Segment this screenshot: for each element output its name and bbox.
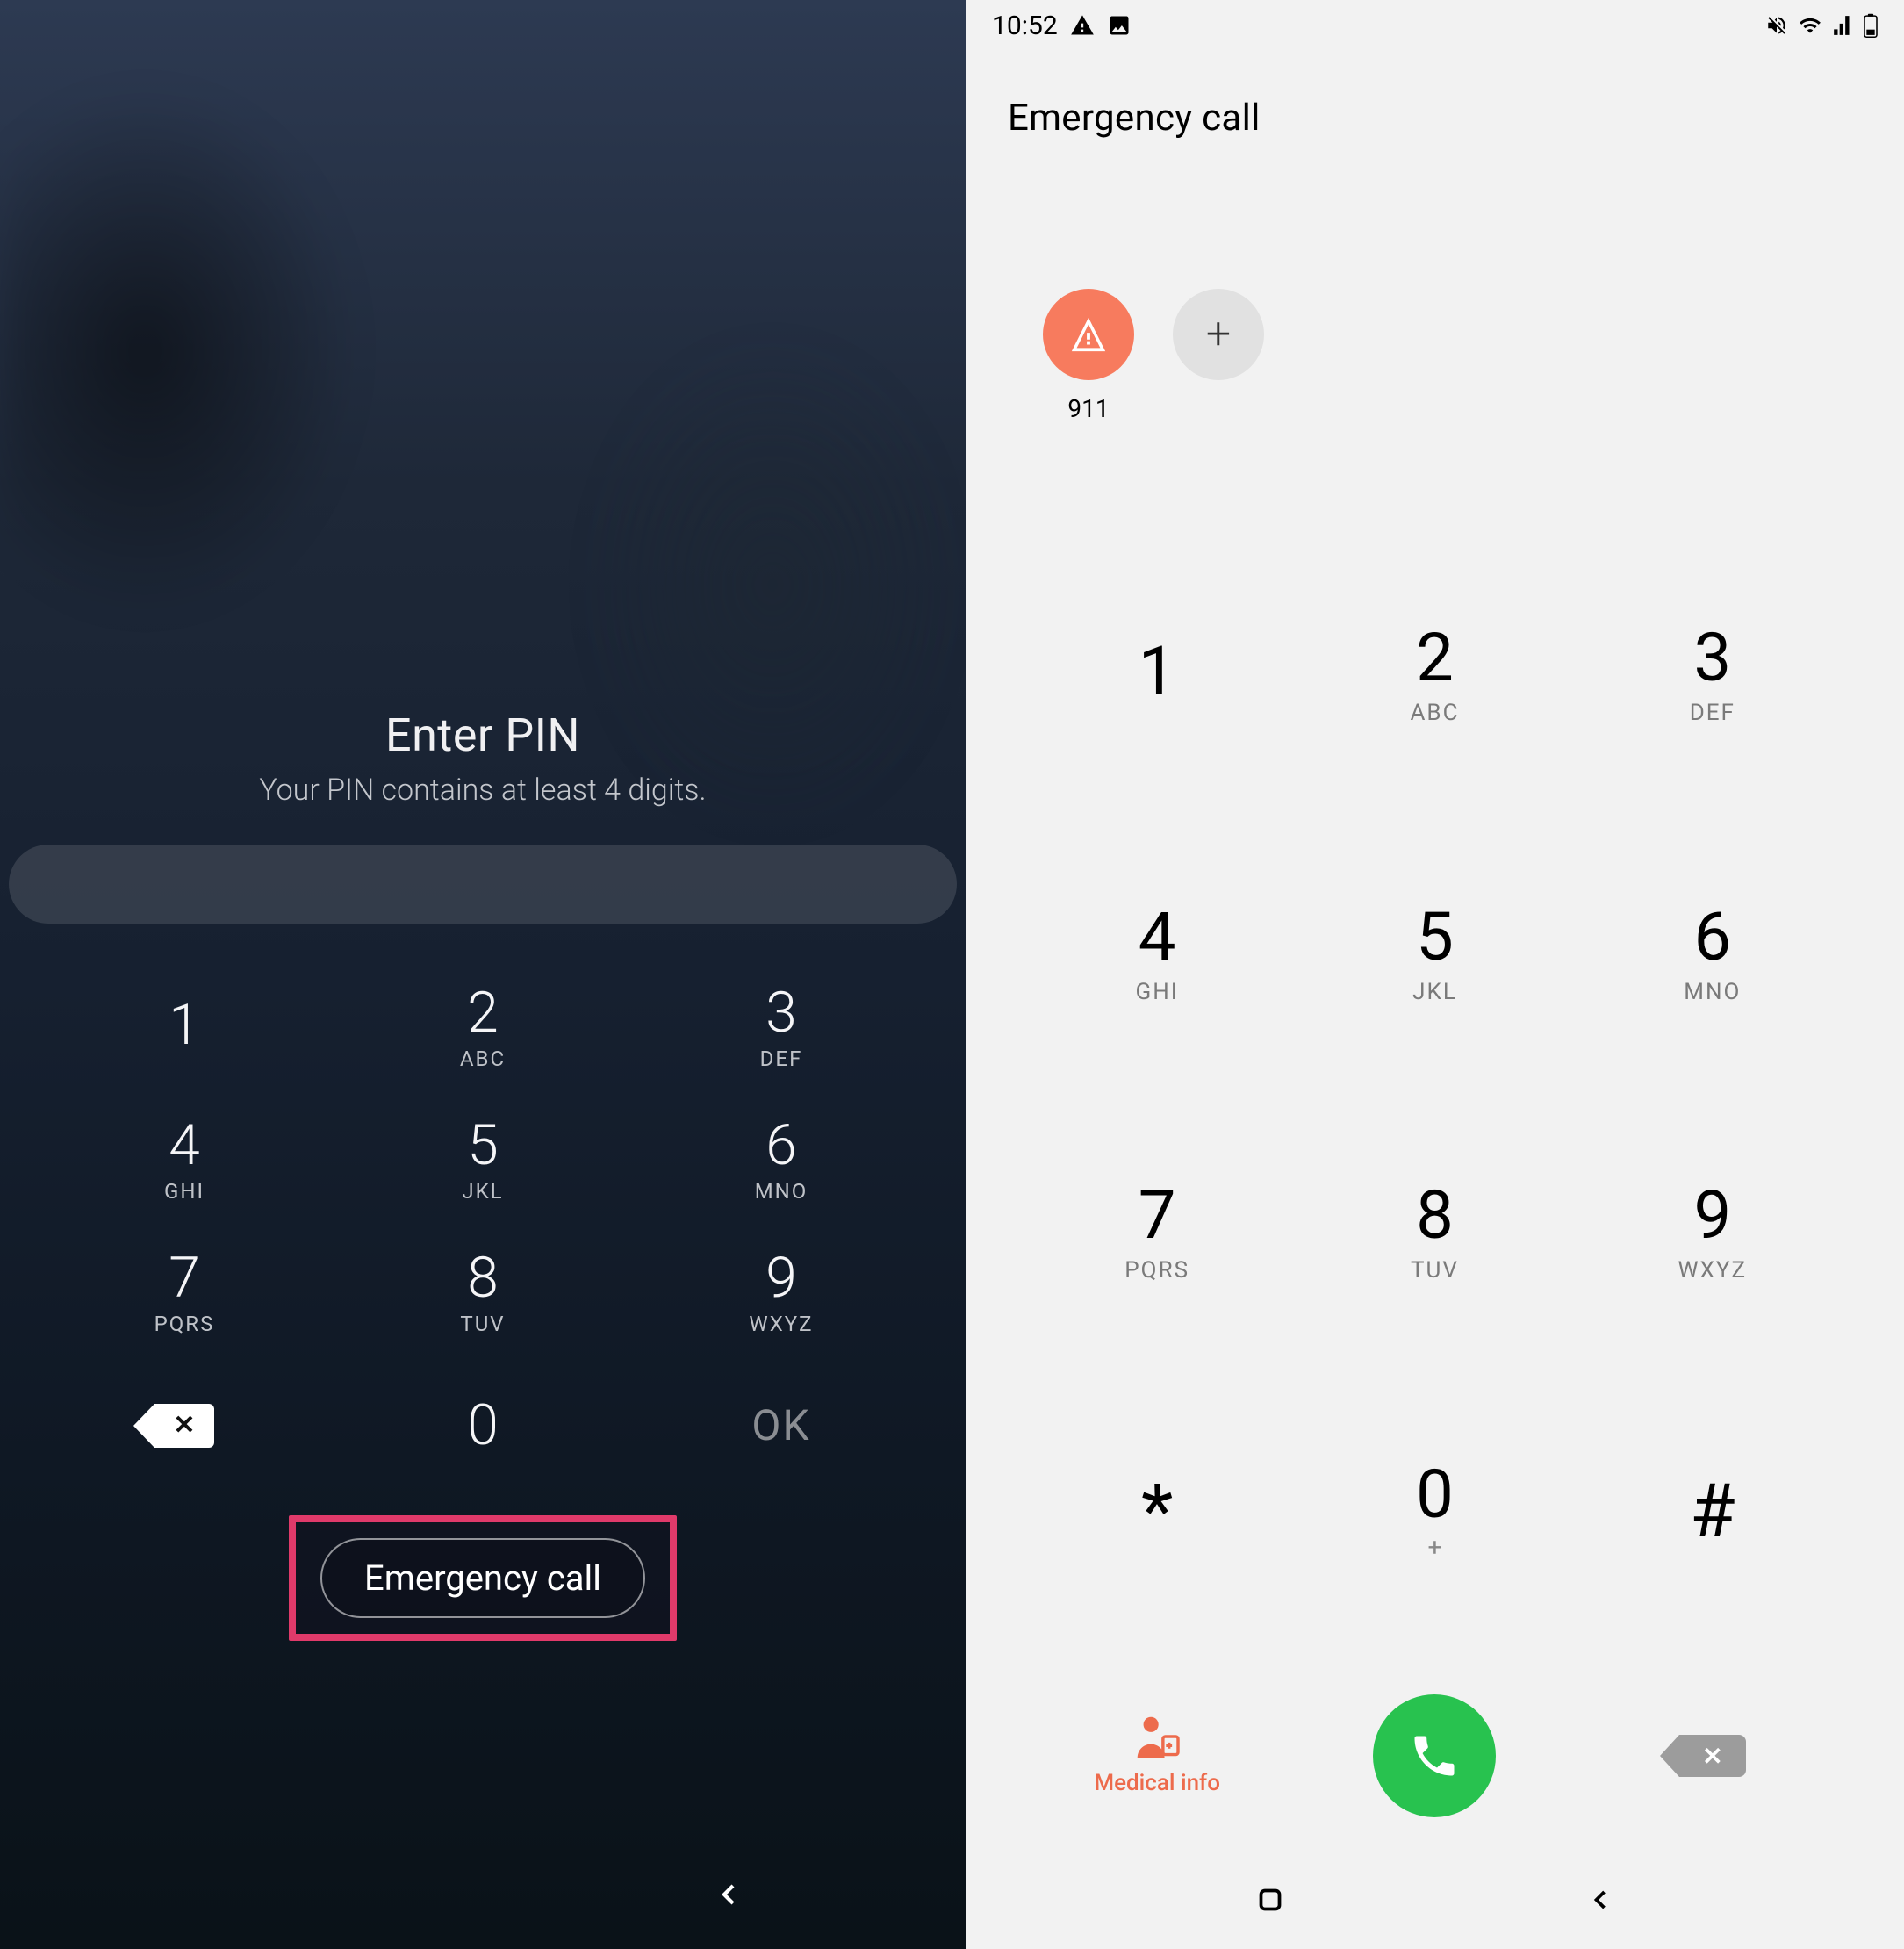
status-time: 10:52 (992, 11, 1058, 41)
nav-bar (966, 1870, 1904, 1949)
signal-icon (1832, 14, 1855, 37)
wifi-icon (1797, 14, 1823, 37)
emergency-contact-911[interactable]: 911 (1043, 289, 1134, 423)
pin-key-8[interactable]: 8TUV (351, 1229, 614, 1356)
emergency-contact-label: 911 (1067, 394, 1109, 423)
pin-key-4[interactable]: 4GHI (53, 1097, 316, 1224)
pin-key-1[interactable]: 1 (53, 964, 316, 1091)
phone-icon (1408, 1730, 1461, 1782)
dialkey-6[interactable]: 6MNO (1574, 841, 1851, 1068)
nav-back-button[interactable] (1584, 1884, 1616, 1919)
dialkey-9[interactable]: 9WXYZ (1574, 1120, 1851, 1347)
lock-subtitle: Your PIN contains at least 4 digits. (259, 773, 706, 808)
dialpad: 1 2ABC 3DEF 4GHI 5JKL 6MNO 7PQRS 8TUV 9W… (966, 465, 1904, 1659)
pin-key-5[interactable]: 5JKL (351, 1097, 614, 1224)
pin-key-0[interactable]: 0 (351, 1362, 614, 1489)
plus-icon: + (1173, 289, 1264, 380)
dialkey-star[interactable]: * (1018, 1399, 1296, 1624)
dialkey-2[interactable]: 2ABC (1296, 562, 1573, 788)
dialer-actions: Medical info ✕ (966, 1659, 1904, 1870)
pin-key-9[interactable]: 9WXYZ (650, 1229, 913, 1356)
pin-ok[interactable]: OK (650, 1362, 913, 1489)
emergency-dialer: 10:52 Emergency call 911 + (966, 0, 1904, 1949)
emergency-contacts-row: 911 + (966, 166, 1904, 465)
pin-key-3[interactable]: 3DEF (650, 964, 913, 1091)
lock-screen: Enter PIN Your PIN contains at least 4 d… (0, 0, 966, 1949)
call-button[interactable] (1373, 1694, 1496, 1817)
mute-icon (1765, 14, 1788, 37)
pin-key-2[interactable]: 2ABC (351, 964, 614, 1091)
medical-info-label: Medical info (1094, 1770, 1220, 1796)
pin-backspace[interactable]: ✕ (53, 1362, 316, 1489)
delete-icon: ✕ (1679, 1735, 1746, 1777)
dialkey-1[interactable]: 1 (1018, 562, 1296, 788)
status-bar: 10:52 (966, 0, 1904, 51)
emergency-highlight: Emergency call (289, 1515, 677, 1641)
nav-recent-button[interactable] (1254, 1884, 1286, 1919)
pin-key-6[interactable]: 6MNO (650, 1097, 913, 1224)
pin-key-7[interactable]: 7PQRS (53, 1229, 316, 1356)
dialkey-3[interactable]: 3DEF (1574, 562, 1851, 788)
delete-button[interactable]: ✕ (1679, 1735, 1746, 1777)
image-icon (1107, 13, 1132, 38)
dialkey-hash[interactable]: # (1574, 1399, 1851, 1624)
emergency-call-button[interactable]: Emergency call (320, 1538, 645, 1618)
backspace-icon: ✕ (154, 1404, 214, 1448)
medical-info-button[interactable]: Medical info (1018, 1715, 1296, 1796)
dialkey-5[interactable]: 5JKL (1296, 841, 1573, 1068)
dialer-title: Emergency call (966, 51, 1904, 166)
dialkey-4[interactable]: 4GHI (1018, 841, 1296, 1068)
pin-keypad: 1 2ABC 3DEF 4GHI 5JKL 6MNO 7PQRS 8TUV 9W… (0, 945, 966, 1489)
dialkey-8[interactable]: 8TUV (1296, 1120, 1573, 1347)
dialkey-0[interactable]: 0+ (1296, 1399, 1573, 1624)
warning-icon (1070, 13, 1095, 38)
emergency-icon (1043, 289, 1134, 380)
battery-icon (1864, 13, 1878, 38)
medical-info-icon (1132, 1715, 1182, 1761)
dialkey-7[interactable]: 7PQRS (1018, 1120, 1296, 1347)
add-contact-button[interactable]: + (1173, 289, 1264, 423)
nav-back-button[interactable] (711, 1873, 746, 1923)
lock-title: Enter PIN (385, 708, 580, 762)
pin-input[interactable] (9, 845, 957, 924)
